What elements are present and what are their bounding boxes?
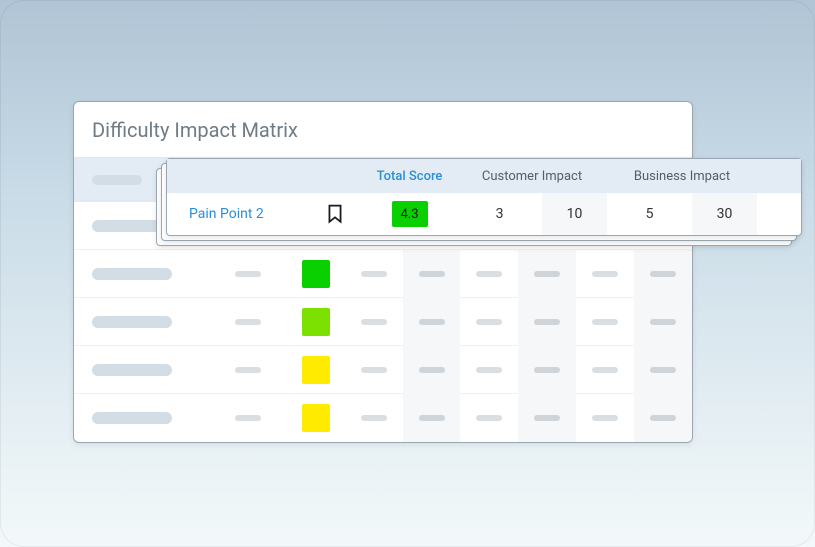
column-business-impact[interactable]: Business Impact — [607, 169, 757, 184]
row-name-placeholder — [92, 316, 172, 328]
column-header-placeholder — [92, 175, 142, 185]
customer-impact-value: 3 — [457, 206, 542, 222]
column-total-score[interactable]: Total Score — [362, 169, 457, 184]
cell-placeholder — [476, 319, 502, 325]
highlighted-row-header: Total Score Customer Impact Business Imp… — [167, 159, 801, 193]
cell-placeholder — [235, 271, 261, 277]
cell-placeholder — [476, 367, 502, 373]
cell-placeholder — [361, 367, 387, 373]
cell-placeholder — [419, 319, 445, 325]
table-row — [74, 250, 692, 298]
cell-placeholder — [534, 415, 560, 421]
column-customer-impact[interactable]: Customer Impact — [457, 169, 607, 184]
cell-placeholder — [235, 367, 261, 373]
row-name-placeholder — [92, 412, 172, 424]
highlighted-row-body: Pain Point 2 4.3 3 10 5 30 — [167, 193, 801, 235]
table-row — [74, 394, 692, 442]
cell-placeholder — [592, 319, 618, 325]
cell-placeholder — [650, 271, 676, 277]
cell-placeholder — [419, 367, 445, 373]
cell-placeholder — [534, 271, 560, 277]
cell-placeholder — [419, 271, 445, 277]
pain-point-link[interactable]: Pain Point 2 — [167, 206, 307, 222]
bookmark-icon[interactable] — [307, 204, 362, 224]
cell-placeholder — [592, 367, 618, 373]
row-name-placeholder — [92, 268, 172, 280]
cell-placeholder — [592, 271, 618, 277]
cell-placeholder — [476, 415, 502, 421]
highlighted-row-card[interactable]: Total Score Customer Impact Business Imp… — [166, 158, 802, 236]
score-chip — [302, 260, 330, 288]
cell-placeholder — [361, 319, 387, 325]
total-score-badge: 4.3 — [392, 201, 428, 227]
customer-impact-weight: 10 — [542, 193, 607, 235]
score-chip — [302, 308, 330, 336]
cell-placeholder — [534, 319, 560, 325]
score-chip — [302, 404, 330, 432]
difficulty-impact-matrix-panel: Difficulty Impact Matrix — [73, 101, 693, 443]
cell-placeholder — [476, 271, 502, 277]
cell-placeholder — [534, 367, 560, 373]
cell-placeholder — [235, 319, 261, 325]
table-row — [74, 346, 692, 394]
cell-placeholder — [650, 367, 676, 373]
business-impact-weight: 30 — [692, 193, 757, 235]
cell-placeholder — [650, 415, 676, 421]
table-row — [74, 298, 692, 346]
cell-placeholder — [361, 271, 387, 277]
row-name-placeholder — [92, 364, 172, 376]
score-chip — [302, 356, 330, 384]
panel-header: Difficulty Impact Matrix — [74, 102, 692, 158]
cell-placeholder — [235, 415, 261, 421]
cell-placeholder — [650, 319, 676, 325]
business-impact-value: 5 — [607, 206, 692, 222]
panel-title: Difficulty Impact Matrix — [92, 118, 298, 142]
highlighted-row-card-stack: Total Score Customer Impact Business Imp… — [156, 158, 801, 248]
cell-placeholder — [592, 415, 618, 421]
cell-placeholder — [361, 415, 387, 421]
cell-placeholder — [419, 415, 445, 421]
